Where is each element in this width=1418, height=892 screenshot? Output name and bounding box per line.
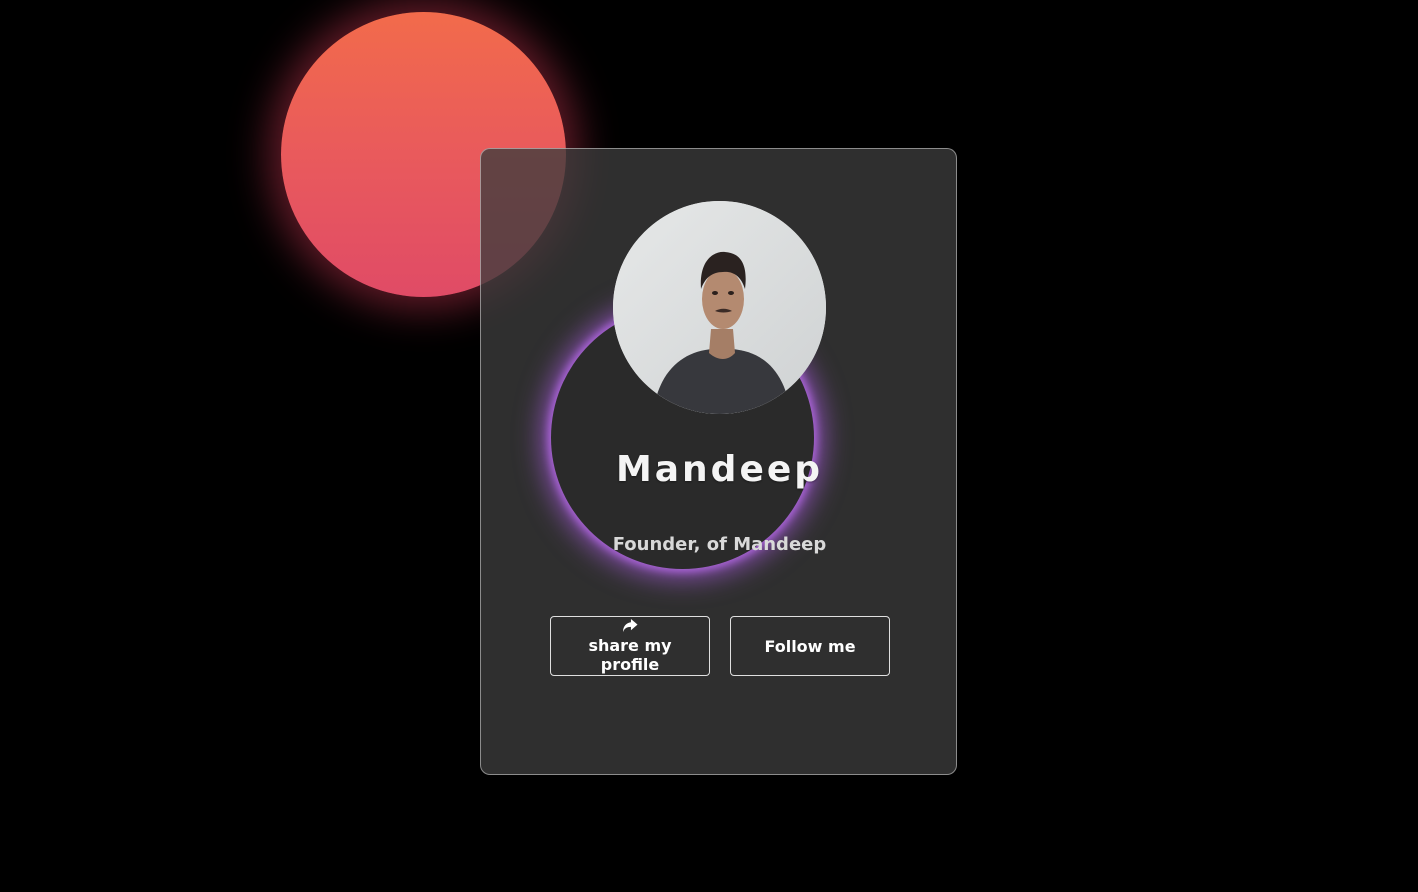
share-arrow-icon <box>622 618 638 633</box>
avatar <box>613 201 826 414</box>
profile-card: Mandeep Founder, of Mandeep share my pro… <box>480 148 957 775</box>
follow-button-label: Follow me <box>764 636 856 656</box>
profile-role: Founder, of Mandeep <box>612 534 827 555</box>
follow-button[interactable]: Follow me <box>730 616 890 676</box>
share-button-label: share my profile <box>588 636 672 674</box>
page-background: Mandeep Founder, of Mandeep share my pro… <box>0 0 1418 892</box>
share-profile-button[interactable]: share my profile <box>550 616 710 676</box>
profile-name: Mandeep <box>615 449 824 490</box>
avatar-photo <box>613 201 826 414</box>
